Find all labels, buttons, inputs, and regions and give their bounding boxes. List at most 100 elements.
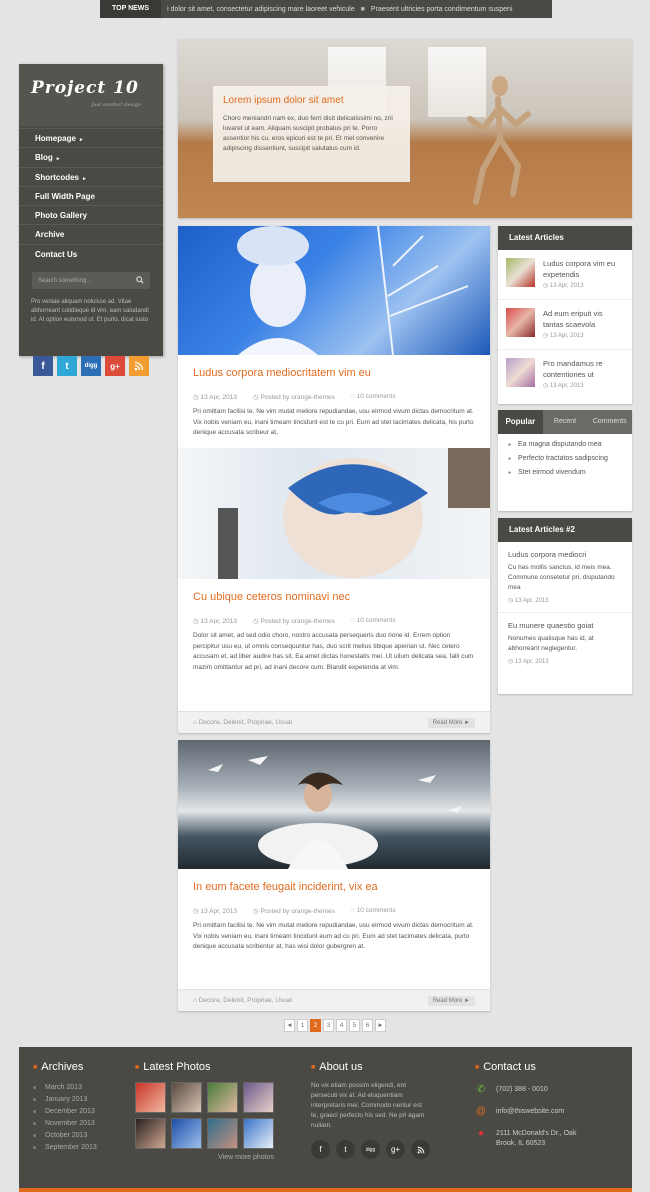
photo-thumbnail[interactable]: [207, 1082, 238, 1113]
archive-link[interactable]: December 2013: [33, 1106, 97, 1118]
post-comments[interactable]: ◌ 10 comments: [351, 617, 396, 625]
archive-link[interactable]: January 2013: [33, 1094, 97, 1106]
list-item[interactable]: Ea magna disputando mea: [508, 440, 622, 450]
photo-thumbnail[interactable]: [243, 1118, 274, 1149]
page-link[interactable]: 6: [362, 1019, 373, 1032]
tab-recent[interactable]: Recent: [542, 410, 588, 434]
post-comments[interactable]: ◌ 10 comments: [351, 393, 396, 401]
at-icon: @: [475, 1106, 487, 1117]
search-input[interactable]: Search something...: [32, 272, 150, 290]
article-thumbnail[interactable]: [506, 358, 535, 387]
photo-thumbnail[interactable]: [171, 1118, 202, 1149]
article-title[interactable]: Pro mandamus re contentiones ut: [543, 358, 624, 380]
hero-caption: Lorem ipsum dolor sit amet Choro meniand…: [213, 86, 410, 182]
view-more-photos-link[interactable]: View more photos: [135, 1154, 274, 1161]
article-title[interactable]: Eu munere quaestio goiat: [508, 621, 622, 630]
nav-label: Contact Us: [35, 249, 78, 259]
page-link[interactable]: 4: [336, 1019, 347, 1032]
page-link[interactable]: 3: [323, 1019, 334, 1032]
post-image[interactable]: [178, 740, 490, 869]
photo-thumbnail[interactable]: [135, 1118, 166, 1149]
list-item[interactable]: Perfecto tractatos sadipscing: [508, 454, 622, 464]
list-item[interactable]: Ad eum eripuit vis tantas scaevola ◷ 13 …: [498, 300, 632, 350]
photo-thumbnail[interactable]: [135, 1082, 166, 1113]
archive-link[interactable]: November 2013: [33, 1118, 97, 1130]
footer: ■Archives March 2013 January 2013 Decemb…: [19, 1047, 632, 1188]
facebook-icon[interactable]: f: [311, 1140, 330, 1159]
tab-comments[interactable]: Comments: [587, 410, 633, 434]
archive-link[interactable]: March 2013: [33, 1082, 97, 1094]
ticker-item[interactable]: Praesent ultricies porta condimentum sus…: [371, 6, 513, 13]
photo-thumbnail[interactable]: [243, 1082, 274, 1113]
nav-item-homepage[interactable]: Homepage ►: [19, 128, 163, 147]
post-title[interactable]: In eum facete feugait inciderint, vix ea: [178, 869, 490, 893]
article-thumbnail[interactable]: [506, 308, 535, 337]
nav-item-full-width[interactable]: Full Width Page: [19, 185, 163, 205]
nav-item-shortcodes[interactable]: Shortcodes ►: [19, 166, 163, 186]
digg-icon[interactable]: digg: [361, 1140, 380, 1159]
ticker-item[interactable]: i dolor sit amet, consectetur adipiscing…: [167, 6, 355, 13]
twitter-icon[interactable]: t: [336, 1140, 355, 1159]
news-ticker[interactable]: i dolor sit amet, consectetur adipiscing…: [161, 6, 512, 13]
post-author[interactable]: ◷ Posted by orange-themes: [253, 617, 335, 625]
nav-item-blog[interactable]: Blog ►: [19, 147, 163, 166]
pagination-next[interactable]: ►: [375, 1019, 386, 1032]
pagination-prev[interactable]: ◄: [284, 1019, 295, 1032]
digg-icon[interactable]: digg: [81, 356, 101, 376]
search-icon[interactable]: [136, 275, 144, 286]
post-author[interactable]: ◷ Posted by orange-themes: [253, 907, 335, 915]
list-item[interactable]: Ludus corpora mediocri Cu has mollis san…: [498, 542, 632, 613]
nav-item-archive[interactable]: Archive: [19, 224, 163, 243]
post-comments[interactable]: ◌ 10 comments: [351, 907, 396, 915]
article-title[interactable]: Ludus corpora mediocri: [508, 550, 622, 559]
google-plus-icon[interactable]: g+: [105, 356, 125, 376]
post-image[interactable]: [178, 226, 490, 355]
nav-label: Homepage: [35, 134, 76, 143]
logo-block[interactable]: Project 10 Just another design: [19, 64, 163, 126]
article-title[interactable]: Ludus corpora vim eu expetendis: [543, 258, 624, 280]
twitter-icon[interactable]: t: [57, 356, 77, 376]
footer-heading: ■ Contact us: [475, 1061, 536, 1073]
blog-post: Cu ubique ceteros nominavi nec ◷ 13 Apr,…: [178, 448, 490, 733]
nav-item-gallery[interactable]: Photo Gallery: [19, 205, 163, 224]
post-title[interactable]: Cu ubique ceteros nominavi nec: [178, 579, 490, 603]
archive-link[interactable]: October 2013: [33, 1130, 97, 1142]
post-tags[interactable]: ⌂ Decore, Delenit, Propriae, Usual: [193, 997, 292, 1004]
article-title[interactable]: Ad eum eripuit vis tantas scaevola: [543, 308, 624, 330]
ice-queen-image: [237, 226, 469, 355]
list-item[interactable]: Eu munere quaestio goiat Nonumes qualisq…: [498, 613, 632, 665]
contact-email[interactable]: @ info@thiswebsite.com: [475, 1107, 586, 1117]
footer-heading: ■ Archives: [33, 1061, 84, 1073]
photo-thumbnail[interactable]: [207, 1118, 238, 1149]
post-title[interactable]: Ludus corpora mediocritatem vim eu: [178, 355, 490, 379]
list-item[interactable]: Pro mandamus re contentiones ut ◷ 13 Apr…: [498, 350, 632, 400]
page-link[interactable]: 5: [349, 1019, 360, 1032]
post-tags[interactable]: ⌂ Decore, Delenit, Propriae, Usual: [193, 719, 292, 726]
post-meta: ◷ 13 Apr, 2013 ◷ Posted by orange-themes…: [178, 603, 490, 625]
read-more-button[interactable]: Read More ►: [427, 717, 475, 728]
list-item[interactable]: Stet eirmod vivendum: [508, 468, 622, 478]
google-plus-icon[interactable]: g+: [386, 1140, 405, 1159]
post-author[interactable]: ◷ Posted by orange-themes: [253, 393, 335, 401]
facebook-icon[interactable]: f: [33, 356, 53, 376]
rss-icon[interactable]: [129, 356, 149, 376]
post-image[interactable]: [178, 448, 490, 579]
logo-tagline: Just another design: [91, 102, 141, 108]
nav-item-contact[interactable]: Contact Us: [19, 243, 163, 263]
footer-photos: ■ Latest Photos View more photos: [135, 1061, 274, 1161]
logo[interactable]: Project 10: [31, 78, 151, 98]
article-thumbnail[interactable]: [506, 258, 535, 287]
page-link-current[interactable]: 2: [310, 1019, 321, 1032]
rss-icon[interactable]: [411, 1140, 430, 1159]
read-more-button[interactable]: Read More ►: [427, 995, 475, 1006]
sidebar: Project 10 Just another design Homepage ►…: [19, 64, 163, 356]
hero-banner[interactable]: Lorem ipsum dolor sit amet Choro meniand…: [178, 39, 632, 218]
page-link[interactable]: 1: [297, 1019, 308, 1032]
photo-thumbnail[interactable]: [171, 1082, 202, 1113]
post-date: ◷ 13 Apr, 2013: [193, 618, 237, 625]
hero-title[interactable]: Lorem ipsum dolor sit amet: [223, 95, 400, 106]
archive-link[interactable]: September 2013: [33, 1142, 97, 1154]
tab-popular[interactable]: Popular: [498, 410, 543, 434]
article-date: ◷ 13 Apr, 2013: [508, 598, 549, 604]
list-item[interactable]: Ludus corpora vim eu expetendis ◷ 13 Apr…: [498, 250, 632, 300]
